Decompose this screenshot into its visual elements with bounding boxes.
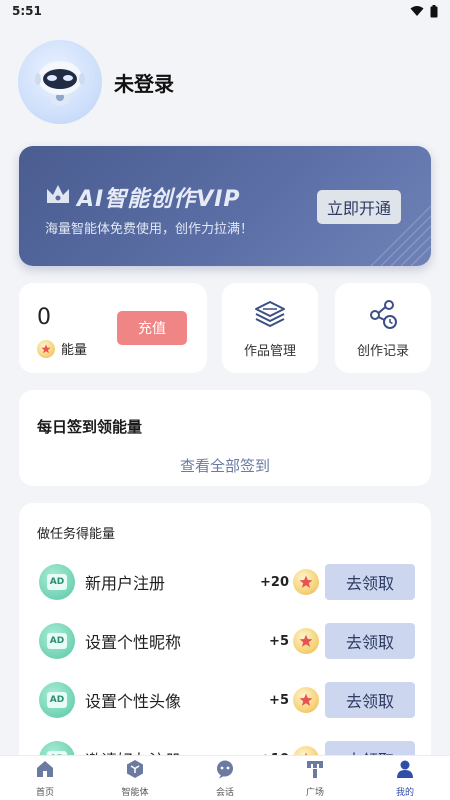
nav-agents-label: 智能体 — [121, 787, 149, 798]
stack-icon — [254, 298, 286, 332]
task-reward: +5 — [269, 633, 289, 649]
nav-chat-label: 会话 — [215, 787, 234, 798]
ad-icon: AD — [39, 564, 75, 600]
profile-header[interactable]: 未登录 — [18, 40, 174, 124]
vip-banner[interactable]: AI智能创作VIP 海量智能体免费使用，创作力拉满！ 立即开通 — [19, 146, 431, 266]
energy-label: 能量 — [61, 343, 88, 358]
view-all-checkins-link[interactable]: 查看全部签到 — [19, 455, 431, 476]
status-bar: 5:51 — [0, 0, 450, 22]
works-management-card[interactable]: 作品管理 — [222, 283, 318, 373]
cube-icon — [125, 759, 145, 783]
nav-mine-label: 我的 — [395, 787, 414, 798]
claim-button[interactable]: 去领取 — [325, 682, 415, 718]
task-row: AD 设置个性昵称 +5 去领取 — [39, 621, 415, 661]
task-reward: +5 — [269, 692, 289, 708]
creation-records-label: 创作记录 — [356, 343, 409, 359]
works-management-label: 作品管理 — [243, 343, 296, 359]
user-icon — [395, 759, 415, 783]
claim-button[interactable]: 去领取 — [325, 623, 415, 659]
daily-checkin-card: 每日签到领能量 查看全部签到 — [19, 390, 431, 486]
vip-title-text: AI智能创作VIP — [77, 187, 241, 212]
nav-agents[interactable]: 智能体 — [100, 759, 170, 798]
ad-icon: AD — [39, 623, 75, 659]
task-name: 设置个性昵称 — [85, 633, 182, 652]
home-icon — [35, 759, 55, 783]
creation-records-card[interactable]: 创作记录 — [335, 283, 431, 373]
bottom-nav: 首页 智能体 会话 广场 我的 — [0, 755, 450, 800]
task-reward: +20 — [260, 574, 289, 590]
ad-icon: AD — [39, 682, 75, 718]
crown-icon — [45, 183, 71, 211]
vip-subtitle: 海量智能体免费使用，创作力拉满！ — [45, 222, 254, 237]
status-time: 5:51 — [12, 4, 42, 18]
task-name: 新用户注册 — [85, 574, 166, 593]
claim-button[interactable]: 去领取 — [325, 564, 415, 600]
status-icons — [410, 4, 438, 18]
nav-plaza[interactable]: 广场 — [280, 759, 350, 798]
task-row: AD 新用户注册 +20 去领取 — [39, 562, 415, 602]
energy-label-row: 能量 — [37, 339, 87, 358]
energy-value: 0 — [37, 305, 51, 330]
nav-mine[interactable]: 我的 — [370, 759, 440, 798]
share-clock-icon — [367, 298, 399, 332]
robot-avatar-icon[interactable] — [18, 40, 102, 124]
checkin-title: 每日签到领能量 — [37, 418, 143, 436]
task-row: AD 设置个性头像 +5 去领取 — [39, 680, 415, 720]
nav-chat[interactable]: 会话 — [190, 759, 260, 798]
nav-home-label: 首页 — [35, 787, 54, 798]
wifi-icon — [410, 5, 424, 17]
recharge-button[interactable]: 充值 — [117, 311, 187, 345]
activate-vip-button[interactable]: 立即开通 — [317, 190, 401, 224]
chat-icon — [215, 759, 235, 783]
profile-name[interactable]: 未登录 — [114, 68, 174, 97]
tasks-title: 做任务得能量 — [37, 527, 116, 542]
energy-coin-icon — [37, 339, 55, 358]
energy-coin-icon — [293, 569, 319, 595]
energy-coin-icon — [293, 628, 319, 654]
energy-card: 0 能量 充值 — [19, 283, 207, 373]
battery-icon — [430, 4, 438, 18]
task-name: 设置个性头像 — [85, 692, 182, 711]
energy-coin-icon — [293, 687, 319, 713]
nav-plaza-label: 广场 — [305, 787, 324, 798]
vip-title: AI智能创作VIP — [45, 181, 241, 213]
nav-home[interactable]: 首页 — [10, 759, 80, 798]
plaza-icon — [305, 759, 325, 783]
